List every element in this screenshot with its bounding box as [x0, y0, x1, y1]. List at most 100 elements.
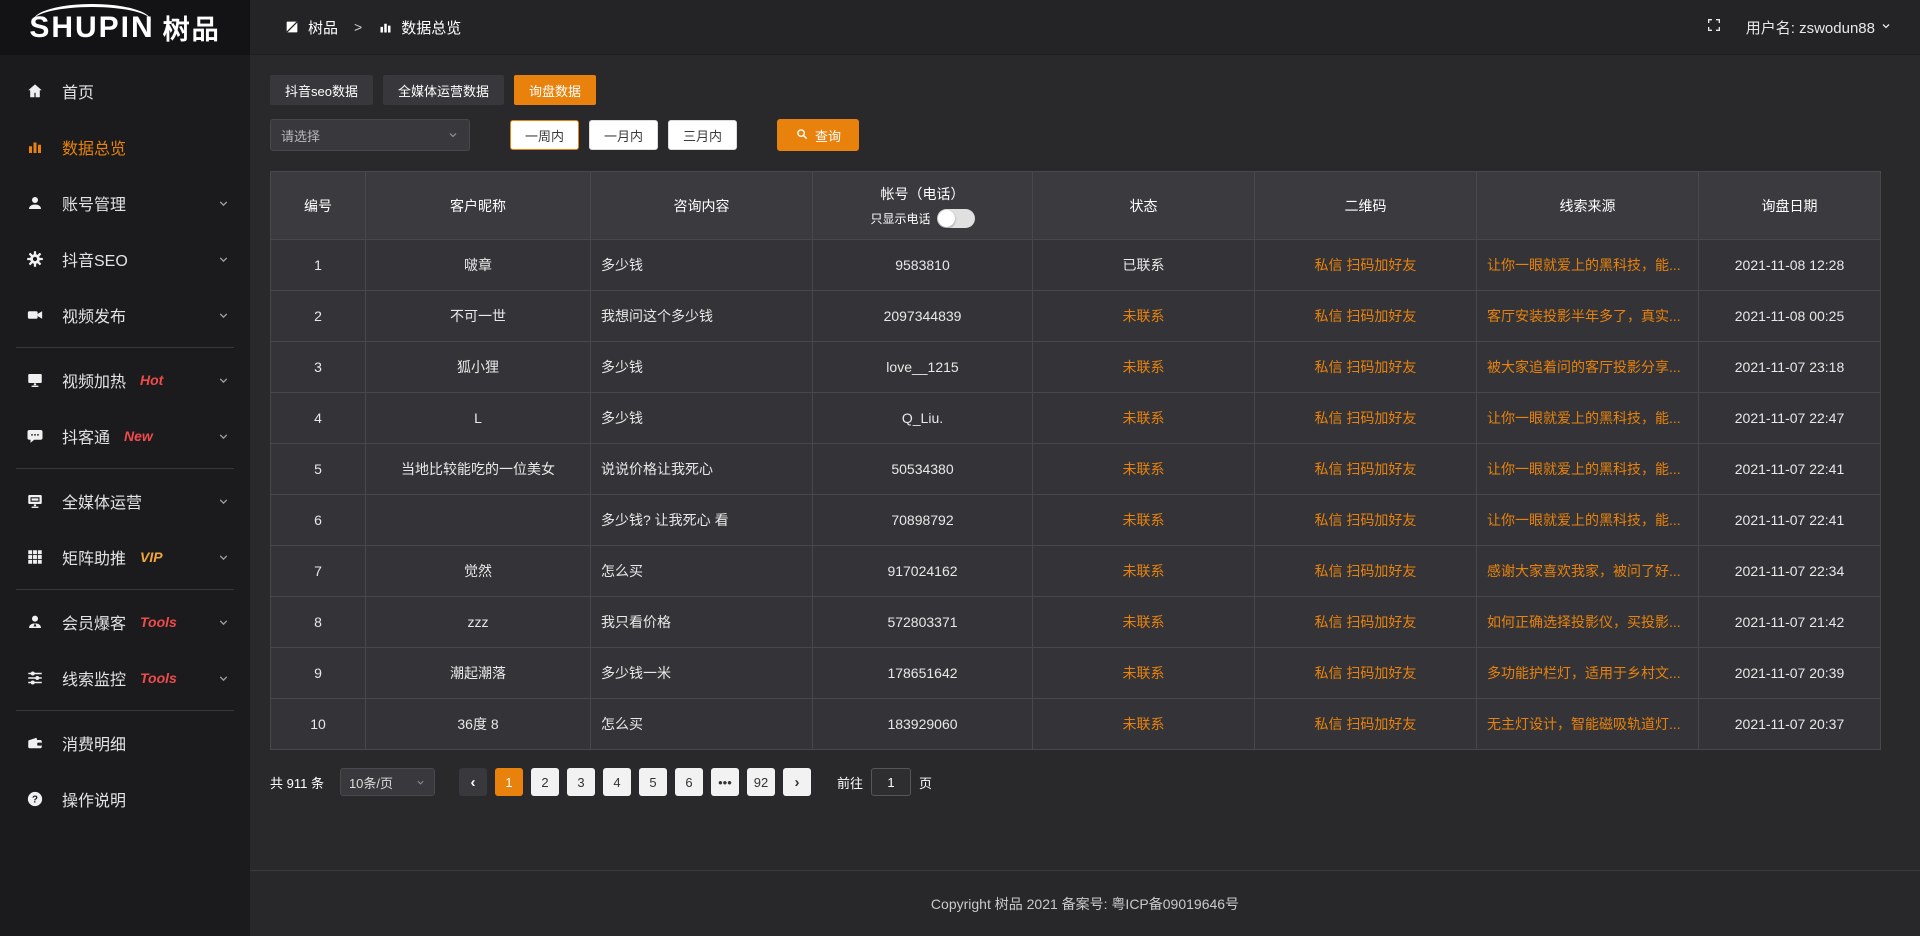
- chevron-down-icon: [217, 309, 230, 322]
- cell-content: 多少钱: [591, 240, 813, 291]
- goto-page-input[interactable]: [871, 768, 911, 796]
- page-button-6[interactable]: 6: [675, 768, 703, 796]
- period-button-0[interactable]: 一周内: [510, 120, 579, 150]
- cell-source[interactable]: 如何正确选择投影仪，买投影...: [1477, 597, 1699, 648]
- sidebar-item-account-manage[interactable]: 账号管理: [0, 175, 250, 231]
- sidebar-item-label: 视频发布: [62, 303, 126, 327]
- chevron-down-icon: [415, 777, 426, 788]
- prev-page-button[interactable]: ‹: [459, 768, 487, 796]
- cell-source[interactable]: 被大家追着问的客厅投影分享...: [1477, 342, 1699, 393]
- cell-source[interactable]: 感谢大家喜欢我家，被问了好...: [1477, 546, 1699, 597]
- cell-source[interactable]: 让你一眼就爱上的黑科技，能...: [1477, 393, 1699, 444]
- query-button[interactable]: 查询: [777, 119, 859, 151]
- cell-content: 怎么买: [591, 699, 813, 750]
- period-button-2[interactable]: 三月内: [668, 120, 737, 150]
- sidebar-item-video-publish[interactable]: 视频发布: [0, 287, 250, 343]
- cell-source[interactable]: 客厅安装投影半年多了，真实...: [1477, 291, 1699, 342]
- cell-qrcode[interactable]: 私信 扫码加好友: [1255, 648, 1477, 699]
- sidebar-item-consume-detail[interactable]: 消费明细: [0, 715, 250, 771]
- sidebar-item-label: 抖客通: [62, 424, 110, 448]
- goto-page: 前往 页: [837, 768, 932, 796]
- page-ellipsis-button[interactable]: •••: [711, 768, 739, 796]
- cell-status: 未联系: [1033, 597, 1255, 648]
- logo: SHUPIN 树品: [0, 0, 250, 55]
- table-row: 8zzz我只看价格572803371未联系私信 扫码加好友如何正确选择投影仪，买…: [271, 597, 1881, 648]
- cell-qrcode[interactable]: 私信 扫码加好友: [1255, 597, 1477, 648]
- page-button-5[interactable]: 5: [639, 768, 667, 796]
- page-size-select[interactable]: 10条/页: [340, 768, 435, 796]
- sidebar-item-operation-guide[interactable]: ?操作说明: [0, 771, 250, 827]
- cell-content: 多少钱一米: [591, 648, 813, 699]
- sidebar-divider: [16, 468, 234, 469]
- cell-status: 未联系: [1033, 444, 1255, 495]
- page-button-4[interactable]: 4: [603, 768, 631, 796]
- cell-nickname: 狐小狸: [366, 342, 591, 393]
- page-button-3[interactable]: 3: [567, 768, 595, 796]
- sidebar-item-video-heat[interactable]: 视频加热Hot: [0, 352, 250, 408]
- sidebar-item-data-overview[interactable]: 数据总览: [0, 119, 250, 175]
- cell-qrcode[interactable]: 私信 扫码加好友: [1255, 240, 1477, 291]
- tab-2[interactable]: 询盘数据: [514, 75, 596, 105]
- cell-account: 917024162: [813, 546, 1033, 597]
- cell-source[interactable]: 让你一眼就爱上的黑科技，能...: [1477, 495, 1699, 546]
- footer: Copyright 树品 2021 备案号: 粤ICP备09019646号: [250, 870, 1920, 936]
- cell-qrcode[interactable]: 私信 扫码加好友: [1255, 342, 1477, 393]
- cell-source[interactable]: 让你一眼就爱上的黑科技，能...: [1477, 240, 1699, 291]
- cell-source[interactable]: 多功能护栏灯，适用于乡村文...: [1477, 648, 1699, 699]
- topbar: 树品 > 数据总览 用户名: zswodun88: [250, 0, 1920, 55]
- cell-qrcode[interactable]: 私信 扫码加好友: [1255, 546, 1477, 597]
- sidebar-item-label: 操作说明: [62, 787, 126, 811]
- cell-source[interactable]: 让你一眼就爱上的黑科技，能...: [1477, 444, 1699, 495]
- breadcrumb-root[interactable]: 树品: [308, 17, 338, 38]
- tab-1[interactable]: 全媒体运营数据: [383, 75, 504, 105]
- cell-qrcode[interactable]: 私信 扫码加好友: [1255, 699, 1477, 750]
- page-button-1[interactable]: 1: [495, 768, 523, 796]
- cell-no: 3: [271, 342, 366, 393]
- cell-date: 2021-11-07 22:41: [1699, 495, 1881, 546]
- cell-content: 我只看价格: [591, 597, 813, 648]
- cell-status: 未联系: [1033, 393, 1255, 444]
- cell-qrcode[interactable]: 私信 扫码加好友: [1255, 393, 1477, 444]
- sidebar-item-douketong[interactable]: 抖客通 New: [0, 408, 250, 464]
- sidebar-item-matrix-boost[interactable]: 矩阵助推VIP: [0, 529, 250, 585]
- cell-date: 2021-11-07 22:47: [1699, 393, 1881, 444]
- cell-nickname: [366, 495, 591, 546]
- logo-text-en: SHUPIN: [29, 13, 154, 43]
- sidebar-item-home[interactable]: 首页: [0, 63, 250, 119]
- bar-chart-icon: [378, 20, 393, 35]
- cell-qrcode[interactable]: 私信 扫码加好友: [1255, 495, 1477, 546]
- chevron-down-icon: [217, 374, 230, 387]
- fullscreen-icon[interactable]: [1706, 17, 1722, 37]
- cell-account: 183929060: [813, 699, 1033, 750]
- gear-icon: [26, 250, 46, 268]
- sidebar-item-douyin-seo[interactable]: 抖音SEO: [0, 231, 250, 287]
- header-account: 帐号（电话） 只显示电话: [813, 172, 1033, 240]
- sidebar-item-badge: New: [124, 428, 153, 444]
- cell-no: 9: [271, 648, 366, 699]
- sidebar-item-media-operation[interactable]: 全媒体运营: [0, 473, 250, 529]
- user-menu[interactable]: 用户名: zswodun88: [1746, 17, 1892, 38]
- next-page-button[interactable]: ›: [783, 768, 811, 796]
- period-button-1[interactable]: 一月内: [589, 120, 658, 150]
- table-row: 7觉然怎么买917024162未联系私信 扫码加好友感谢大家喜欢我家，被问了好.…: [271, 546, 1881, 597]
- video-camera-icon: [26, 306, 46, 324]
- cell-status: 未联系: [1033, 495, 1255, 546]
- page-button-2[interactable]: 2: [531, 768, 559, 796]
- cell-source[interactable]: 无主灯设计，智能磁吸轨道灯...: [1477, 699, 1699, 750]
- query-button-label: 查询: [815, 126, 841, 145]
- cell-qrcode[interactable]: 私信 扫码加好友: [1255, 291, 1477, 342]
- cell-nickname: 觉然: [366, 546, 591, 597]
- account-select[interactable]: 请选择: [270, 119, 470, 151]
- cell-no: 2: [271, 291, 366, 342]
- table-row: 5当地比较能吃的一位美女说说价格让我死心50534380未联系私信 扫码加好友让…: [271, 444, 1881, 495]
- sidebar-item-member-burst[interactable]: 会员爆客Tools: [0, 594, 250, 650]
- header-date: 询盘日期: [1699, 172, 1881, 240]
- page-button-92[interactable]: 92: [747, 768, 775, 796]
- table-row: 9潮起潮落多少钱一米178651642未联系私信 扫码加好友多功能护栏灯，适用于…: [271, 648, 1881, 699]
- tab-0[interactable]: 抖音seo数据: [270, 75, 373, 105]
- sidebar-item-badge: Tools: [140, 614, 177, 630]
- phone-only-toggle[interactable]: [937, 209, 975, 228]
- sliders-icon: [26, 669, 46, 687]
- sidebar-item-clue-monitor[interactable]: 线索监控Tools: [0, 650, 250, 706]
- cell-qrcode[interactable]: 私信 扫码加好友: [1255, 444, 1477, 495]
